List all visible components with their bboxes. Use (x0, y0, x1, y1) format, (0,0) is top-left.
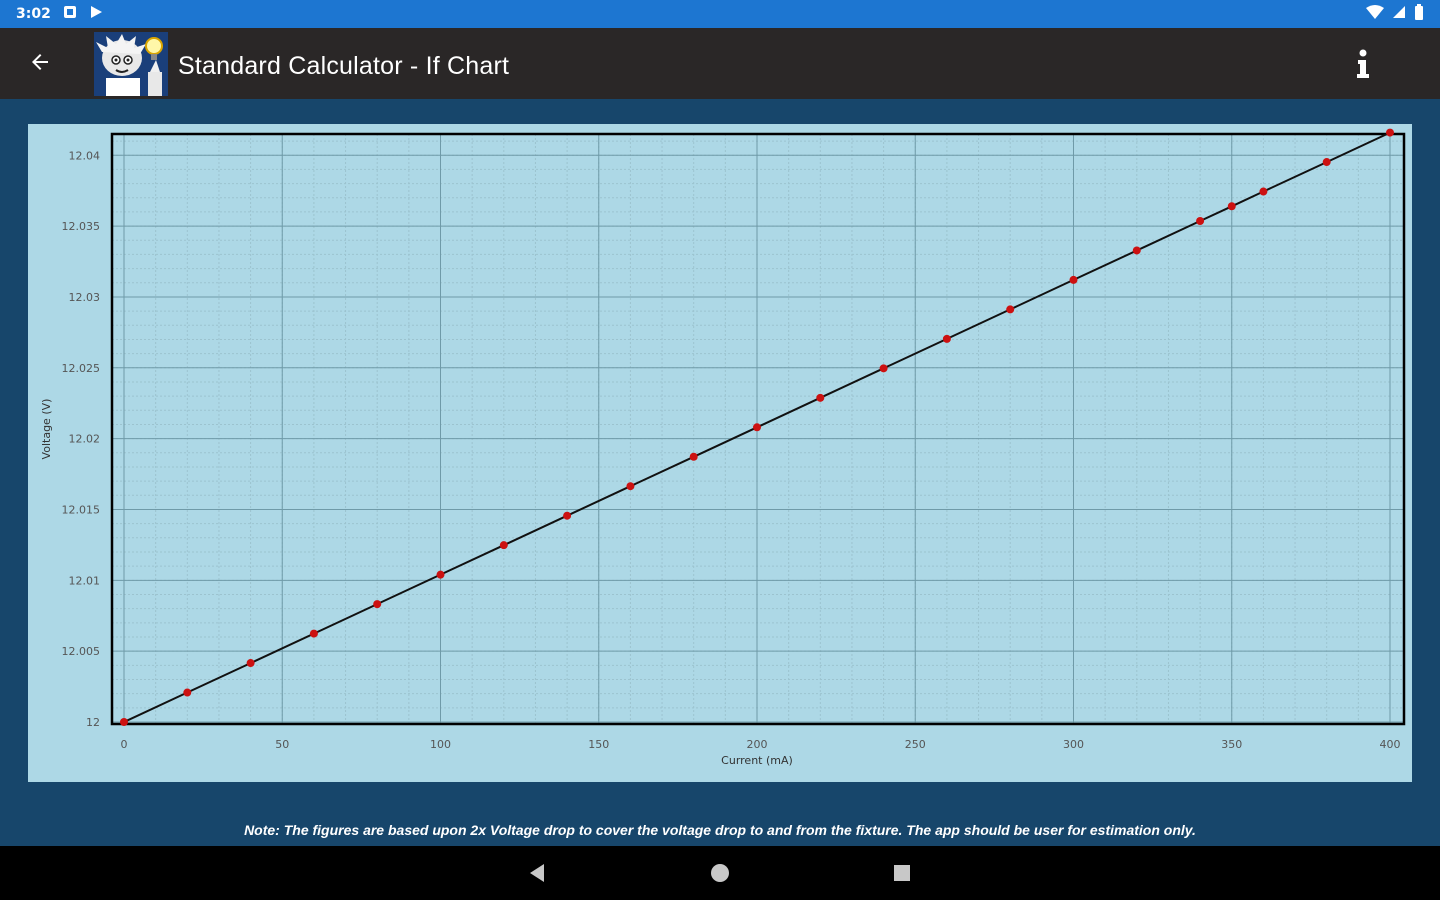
y-tick-label: 12.005 (62, 645, 101, 658)
y-axis-ticks: 12 12.005 12.01 12.015 12.02 12.025 12.03 12.03… (62, 149, 101, 729)
x-tick-label: 300 (1063, 738, 1084, 751)
x-axis-ticks: 0 50 100 150 200 250 300 350 400 (121, 738, 1401, 751)
back-button[interactable] (22, 46, 58, 82)
data-point (183, 688, 192, 697)
data-point (1259, 187, 1268, 196)
arrow-left-icon (28, 50, 52, 79)
nav-back-triangle-icon (526, 864, 550, 889)
data-point (1322, 158, 1331, 167)
data-point (626, 482, 635, 491)
nav-home-button[interactable] (709, 862, 731, 884)
x-tick-label: 250 (905, 738, 926, 751)
data-point (1132, 246, 1141, 255)
x-axis-label: Current (mA) (721, 754, 793, 767)
app-logo (94, 32, 168, 96)
data-point (879, 364, 888, 373)
page-title: Standard Calculator - If Chart (178, 52, 510, 80)
x-tick-label: 400 (1380, 738, 1401, 751)
x-tick-label: 0 (121, 738, 128, 751)
y-tick-label: 12.04 (69, 149, 101, 162)
status-time: 3:02 (16, 6, 51, 22)
notification-square-icon (63, 5, 77, 23)
y-tick-label: 12.01 (69, 574, 101, 587)
data-point (309, 629, 318, 638)
nav-recents-button[interactable] (892, 863, 912, 883)
nav-home-circle-icon (709, 864, 731, 888)
x-tick-label: 350 (1221, 738, 1242, 751)
y-tick-label: 12.015 (62, 503, 101, 516)
nav-recents-square-icon (892, 865, 912, 887)
y-axis-label: Voltage (V) (40, 399, 53, 460)
nav-back-button[interactable] (526, 861, 550, 885)
y-tick-label: 12.025 (62, 362, 101, 375)
data-point (1386, 128, 1394, 137)
chart-panel: 0 50 100 150 200 250 300 350 400 12 12.005 12.01 12… (28, 124, 1412, 782)
x-tick-label: 150 (588, 738, 609, 751)
y-tick-label: 12.035 (62, 220, 101, 233)
x-tick-label: 100 (430, 738, 451, 751)
data-point (1227, 202, 1236, 211)
navigation-bar (0, 846, 1440, 900)
data-point (753, 423, 761, 432)
disclaimer-note: Note: The figures are based upon 2x Volt… (244, 822, 1196, 838)
app-bar: Standard Calculator - If Chart (0, 28, 1440, 99)
data-point (373, 600, 382, 609)
data-point (246, 659, 255, 668)
data-point (563, 511, 572, 520)
data-point (436, 570, 445, 579)
info-icon (1356, 49, 1370, 84)
data-point (499, 541, 508, 550)
data-point (1069, 275, 1078, 284)
data-point (942, 334, 951, 343)
data-point (120, 718, 128, 726)
data-point (689, 452, 698, 461)
x-tick-label: 50 (275, 738, 289, 751)
data-point (1196, 216, 1205, 225)
y-tick-label: 12.02 (69, 433, 101, 446)
y-tick-label: 12 (86, 716, 100, 729)
x-tick-label: 200 (747, 738, 768, 751)
signal-icon (1392, 5, 1406, 23)
battery-icon (1414, 4, 1424, 24)
play-store-icon (89, 5, 103, 23)
voltage-current-chart: 0 50 100 150 200 250 300 350 400 1212.00512.0112… (40, 128, 1406, 767)
wifi-icon (1366, 5, 1384, 23)
data-point (816, 393, 825, 402)
status-bar: 3:02 (0, 0, 1440, 28)
info-button[interactable] (1348, 48, 1378, 84)
y-tick-label: 12.03 (69, 291, 101, 304)
data-point (1006, 305, 1015, 314)
